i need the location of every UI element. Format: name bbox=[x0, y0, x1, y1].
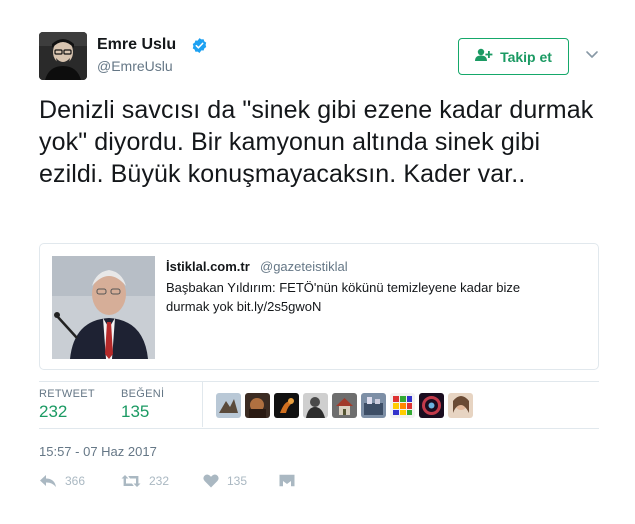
add-user-icon bbox=[475, 48, 493, 65]
author-handle[interactable]: @EmreUslu bbox=[97, 58, 173, 74]
divider bbox=[39, 381, 599, 382]
liker-avatars bbox=[216, 393, 473, 418]
liker-avatar[interactable] bbox=[245, 393, 270, 418]
link-card-handle: @gazeteistiklal bbox=[260, 259, 348, 274]
retweet-stat-label: RETWEET bbox=[39, 388, 95, 400]
direct-message-button[interactable] bbox=[279, 474, 295, 487]
liker-avatar[interactable] bbox=[361, 393, 386, 418]
reply-icon bbox=[39, 474, 57, 488]
avatar[interactable] bbox=[39, 32, 87, 80]
like-stat-count: 135 bbox=[121, 402, 150, 421]
verified-badge-icon bbox=[191, 37, 208, 54]
liker-avatar[interactable] bbox=[274, 393, 299, 418]
link-card[interactable]: İstiklal.com.tr @gazeteistiklal Başbakan… bbox=[39, 243, 599, 370]
tweet-text: Denizli savcısı da "sinek gibi ezene kad… bbox=[39, 96, 594, 188]
liker-avatar[interactable] bbox=[216, 393, 241, 418]
divider bbox=[39, 428, 599, 429]
like-stat-label: BEĞENİ bbox=[121, 388, 165, 400]
link-card-text: Başbakan Yıldırım: FETÖ'nün kökünü temiz… bbox=[166, 280, 521, 314]
liker-avatar[interactable] bbox=[303, 393, 328, 418]
retweet-stat-count: 232 bbox=[39, 402, 68, 421]
divider bbox=[202, 382, 203, 427]
like-count: 135 bbox=[227, 474, 248, 488]
previous-content-cut: ▔▔▔▔▔▔ ▔▔▔▔▔▔▔▔▔▔▔▔ ▔▔▔▔▔▔ bbox=[0, 0, 635, 8]
retweet-stat[interactable]: RETWEET 232 bbox=[39, 388, 95, 422]
retweet-icon bbox=[121, 474, 141, 488]
liker-avatar[interactable] bbox=[390, 393, 415, 418]
envelope-icon bbox=[279, 474, 295, 487]
follow-button-label: Takip et bbox=[500, 48, 552, 65]
reply-button[interactable]: 366 bbox=[39, 474, 85, 488]
chevron-down-icon[interactable] bbox=[584, 46, 600, 62]
like-button[interactable]: 135 bbox=[203, 474, 247, 488]
reply-count: 366 bbox=[65, 474, 86, 488]
link-card-site: İstiklal.com.tr bbox=[166, 259, 250, 274]
link-card-image bbox=[52, 256, 155, 359]
retweet-count: 232 bbox=[149, 474, 170, 488]
author-name[interactable]: Emre Uslu bbox=[97, 36, 176, 54]
liker-avatar[interactable] bbox=[332, 393, 357, 418]
liker-avatar[interactable] bbox=[419, 393, 444, 418]
retweet-button[interactable]: 232 bbox=[121, 474, 169, 488]
tweet-timestamp[interactable]: 15:57 - 07 Haz 2017 bbox=[39, 444, 157, 459]
like-stat[interactable]: BEĞENİ 135 bbox=[121, 388, 164, 422]
heart-icon bbox=[203, 474, 219, 488]
follow-button[interactable]: Takip et bbox=[458, 38, 569, 75]
liker-avatar[interactable] bbox=[448, 393, 473, 418]
